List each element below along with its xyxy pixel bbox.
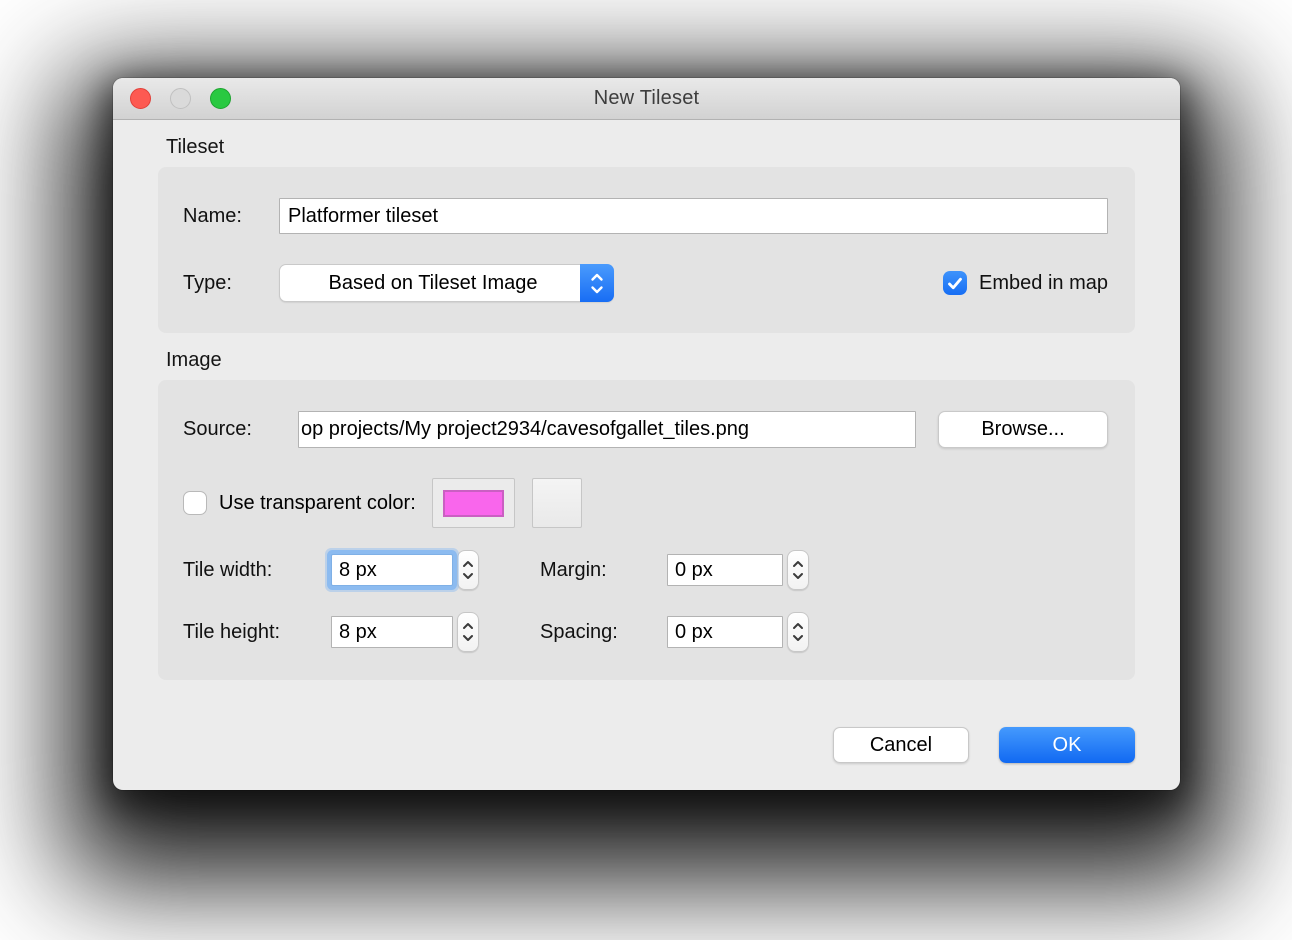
use-transparent-color-label: Use transparent color: — [219, 492, 416, 515]
spacing-label: Spacing: — [540, 621, 667, 644]
dialog-actions: Cancel OK — [158, 727, 1135, 763]
chevron-down-icon — [792, 572, 804, 580]
image-group-label: Image — [166, 349, 1135, 372]
source-input[interactable] — [298, 411, 916, 448]
tile-width-label: Tile width: — [183, 559, 331, 582]
spacing-input[interactable] — [667, 616, 783, 648]
tile-height-label: Tile height: — [183, 621, 331, 644]
chevron-up-icon — [792, 622, 804, 630]
use-transparent-color-checkbox[interactable] — [183, 491, 207, 515]
ok-button[interactable]: OK — [999, 727, 1135, 763]
dialog-body: Tileset Name: Type: Based on Tileset Ima… — [113, 136, 1180, 763]
source-label: Source: — [183, 418, 298, 441]
chevron-up-icon — [462, 560, 474, 568]
type-select[interactable]: Based on Tileset Image — [279, 264, 614, 302]
tile-height-stepper[interactable] — [457, 612, 479, 652]
desktop-background: New Tileset Tileset Name: Type: Based on… — [0, 0, 1292, 940]
chevron-up-icon — [792, 560, 804, 568]
transparent-color-row: Use transparent color: — [183, 478, 1108, 528]
transparent-color-well[interactable] — [432, 478, 515, 528]
tile-width-stepper[interactable] — [457, 550, 479, 590]
embed-checkbox-label: Embed in map — [979, 272, 1108, 295]
spacing-stepper[interactable] — [787, 612, 809, 652]
titlebar[interactable]: New Tileset — [113, 78, 1180, 120]
margin-label: Margin: — [540, 559, 667, 582]
name-label: Name: — [183, 205, 279, 228]
image-groupbox: Source: Browse... Use transparent color: — [158, 380, 1135, 680]
tile-height-row: Tile height: Spacing: — [183, 612, 1108, 652]
tile-width-input[interactable] — [331, 554, 453, 586]
type-select-value: Based on Tileset Image — [280, 265, 580, 301]
browse-button[interactable]: Browse... — [938, 411, 1108, 448]
traffic-lights — [130, 78, 231, 119]
name-row: Name: — [183, 198, 1108, 234]
chevron-down-icon — [462, 572, 474, 580]
margin-stepper[interactable] — [787, 550, 809, 590]
color-swatch — [443, 490, 504, 517]
new-tileset-dialog: New Tileset Tileset Name: Type: Based on… — [113, 78, 1180, 790]
chevron-up-icon — [462, 622, 474, 630]
margin-input[interactable] — [667, 554, 783, 586]
chevron-updown-icon — [580, 264, 614, 302]
close-button[interactable] — [130, 88, 151, 109]
window-title: New Tileset — [594, 87, 700, 110]
color-picker-button[interactable] — [532, 478, 582, 528]
cancel-button[interactable]: Cancel — [833, 727, 969, 763]
type-label: Type: — [183, 272, 279, 295]
tile-width-row: Tile width: Margin: — [183, 550, 1108, 590]
tileset-group-label: Tileset — [166, 136, 1135, 159]
type-row: Type: Based on Tileset Image Embed in ma… — [183, 264, 1108, 302]
tile-height-input[interactable] — [331, 616, 453, 648]
checkmark-icon — [947, 277, 963, 290]
name-input[interactable] — [279, 198, 1108, 234]
embed-in-map-checkbox[interactable]: Embed in map — [943, 271, 1108, 295]
zoom-button[interactable] — [210, 88, 231, 109]
chevron-down-icon — [462, 634, 474, 642]
minimize-button — [170, 88, 191, 109]
tileset-groupbox: Name: Type: Based on Tileset Image — [158, 167, 1135, 333]
chevron-down-icon — [792, 634, 804, 642]
embed-checkbox-box[interactable] — [943, 271, 967, 295]
source-row: Source: Browse... — [183, 411, 1108, 448]
